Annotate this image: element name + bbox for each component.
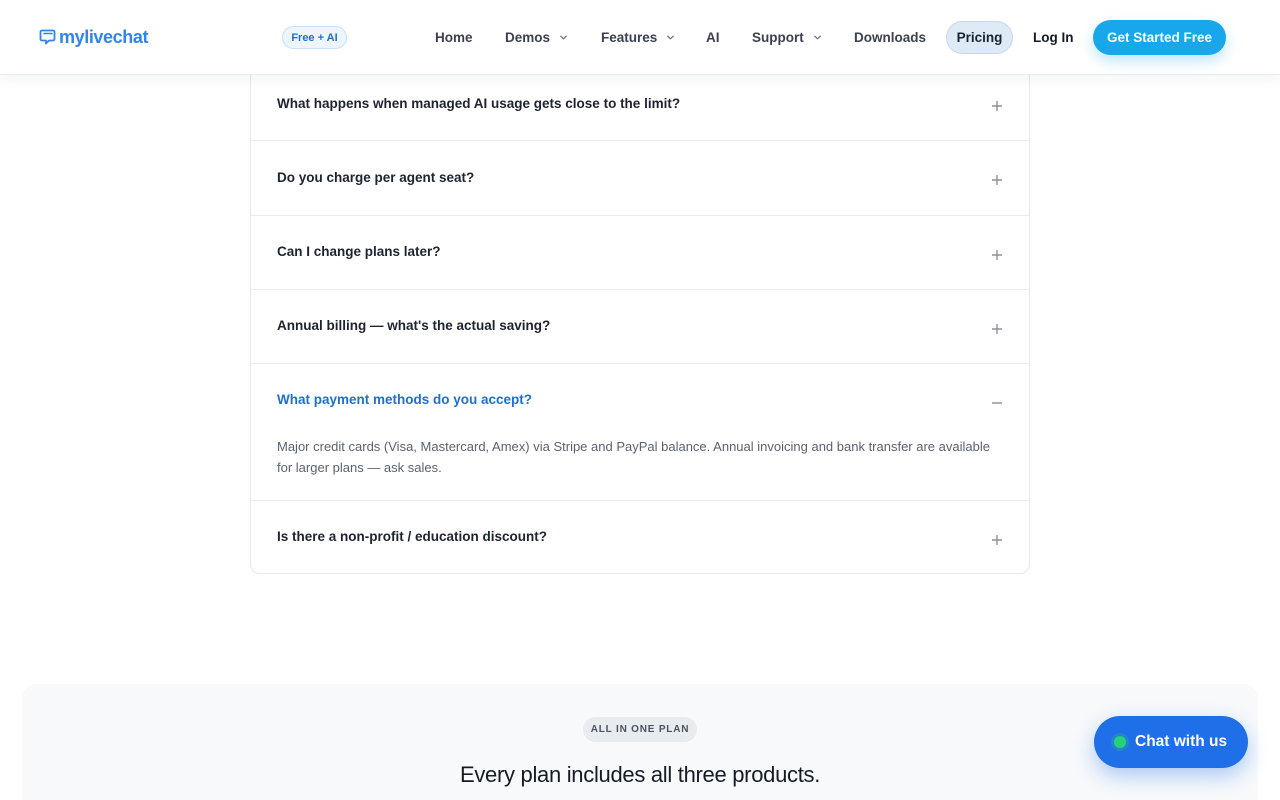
nav-ai[interactable]: AI [706, 26, 720, 48]
faq-item[interactable]: Annual billing — what's the actual savin… [251, 289, 1029, 363]
faq-question: Do you charge per agent seat? [277, 170, 475, 185]
faq-question: Annual billing — what's the actual savin… [277, 318, 551, 333]
faq-item[interactable]: Is there a non-profit / education discou… [251, 500, 1029, 573]
nav-home-label: Home [435, 29, 473, 45]
nav-features-label: Features [601, 29, 658, 45]
logo-text: mylivechat [59, 26, 149, 47]
faq-question: What happens when managed AI usage gets … [277, 96, 681, 111]
get-started-button[interactable]: Get Started Free [1093, 20, 1226, 55]
faq-question: Can I change plans later? [277, 244, 441, 259]
nav-features[interactable]: Features [601, 26, 675, 48]
chevron-down-icon [813, 35, 821, 39]
faq-item-open[interactable]: What payment methods do you accept? Majo… [251, 363, 1029, 500]
faq-question: Is there a non-profit / education discou… [277, 529, 548, 544]
section-title: Every plan includes all three products. [459, 762, 821, 787]
nav-ai-label: AI [706, 29, 720, 45]
chat-bubbles-icon [39, 29, 56, 45]
minus-icon[interactable] [991, 397, 1003, 409]
nav-support-label: Support [752, 29, 804, 45]
faq-item[interactable]: Can I change plans later? [251, 215, 1029, 289]
free-ai-badge: Free + AI [282, 26, 347, 49]
faq-accordion: What happens when managed AI usage gets … [250, 40, 1030, 574]
plus-icon[interactable] [991, 174, 1003, 186]
nav-demos-label: Demos [505, 29, 551, 45]
faq-question: What payment methods do you accept? [277, 392, 533, 407]
login-link[interactable]: Log In [1033, 26, 1074, 48]
chat-widget-label: Chat with us [1135, 733, 1228, 750]
nav-downloads-label: Downloads [854, 29, 927, 45]
chat-widget-button[interactable]: Chat with us [1094, 716, 1248, 768]
logo[interactable]: mylivechat [38, 25, 148, 49]
nav-pricing[interactable]: Pricing [946, 21, 1013, 54]
nav-home[interactable]: Home [435, 26, 473, 48]
site-header: mylivechat Free + AI Home Demos Features… [0, 0, 1280, 75]
section-eyebrow: ALL IN ONE PLAN [583, 717, 697, 742]
plus-icon[interactable] [991, 100, 1003, 112]
online-dot-icon [1114, 736, 1126, 748]
chevron-down-icon [667, 35, 675, 39]
nav-support[interactable]: Support [752, 26, 822, 48]
faq-item[interactable]: Do you charge per agent seat? [251, 140, 1029, 215]
plus-icon[interactable] [991, 249, 1003, 261]
faq-answer: Major credit cards (Visa, Mastercard, Am… [277, 439, 990, 475]
nav-demos[interactable]: Demos [505, 26, 568, 48]
chevron-down-icon [560, 35, 567, 39]
nav-downloads[interactable]: Downloads [854, 26, 926, 48]
plus-icon[interactable] [991, 323, 1003, 335]
plus-icon[interactable] [991, 534, 1003, 546]
